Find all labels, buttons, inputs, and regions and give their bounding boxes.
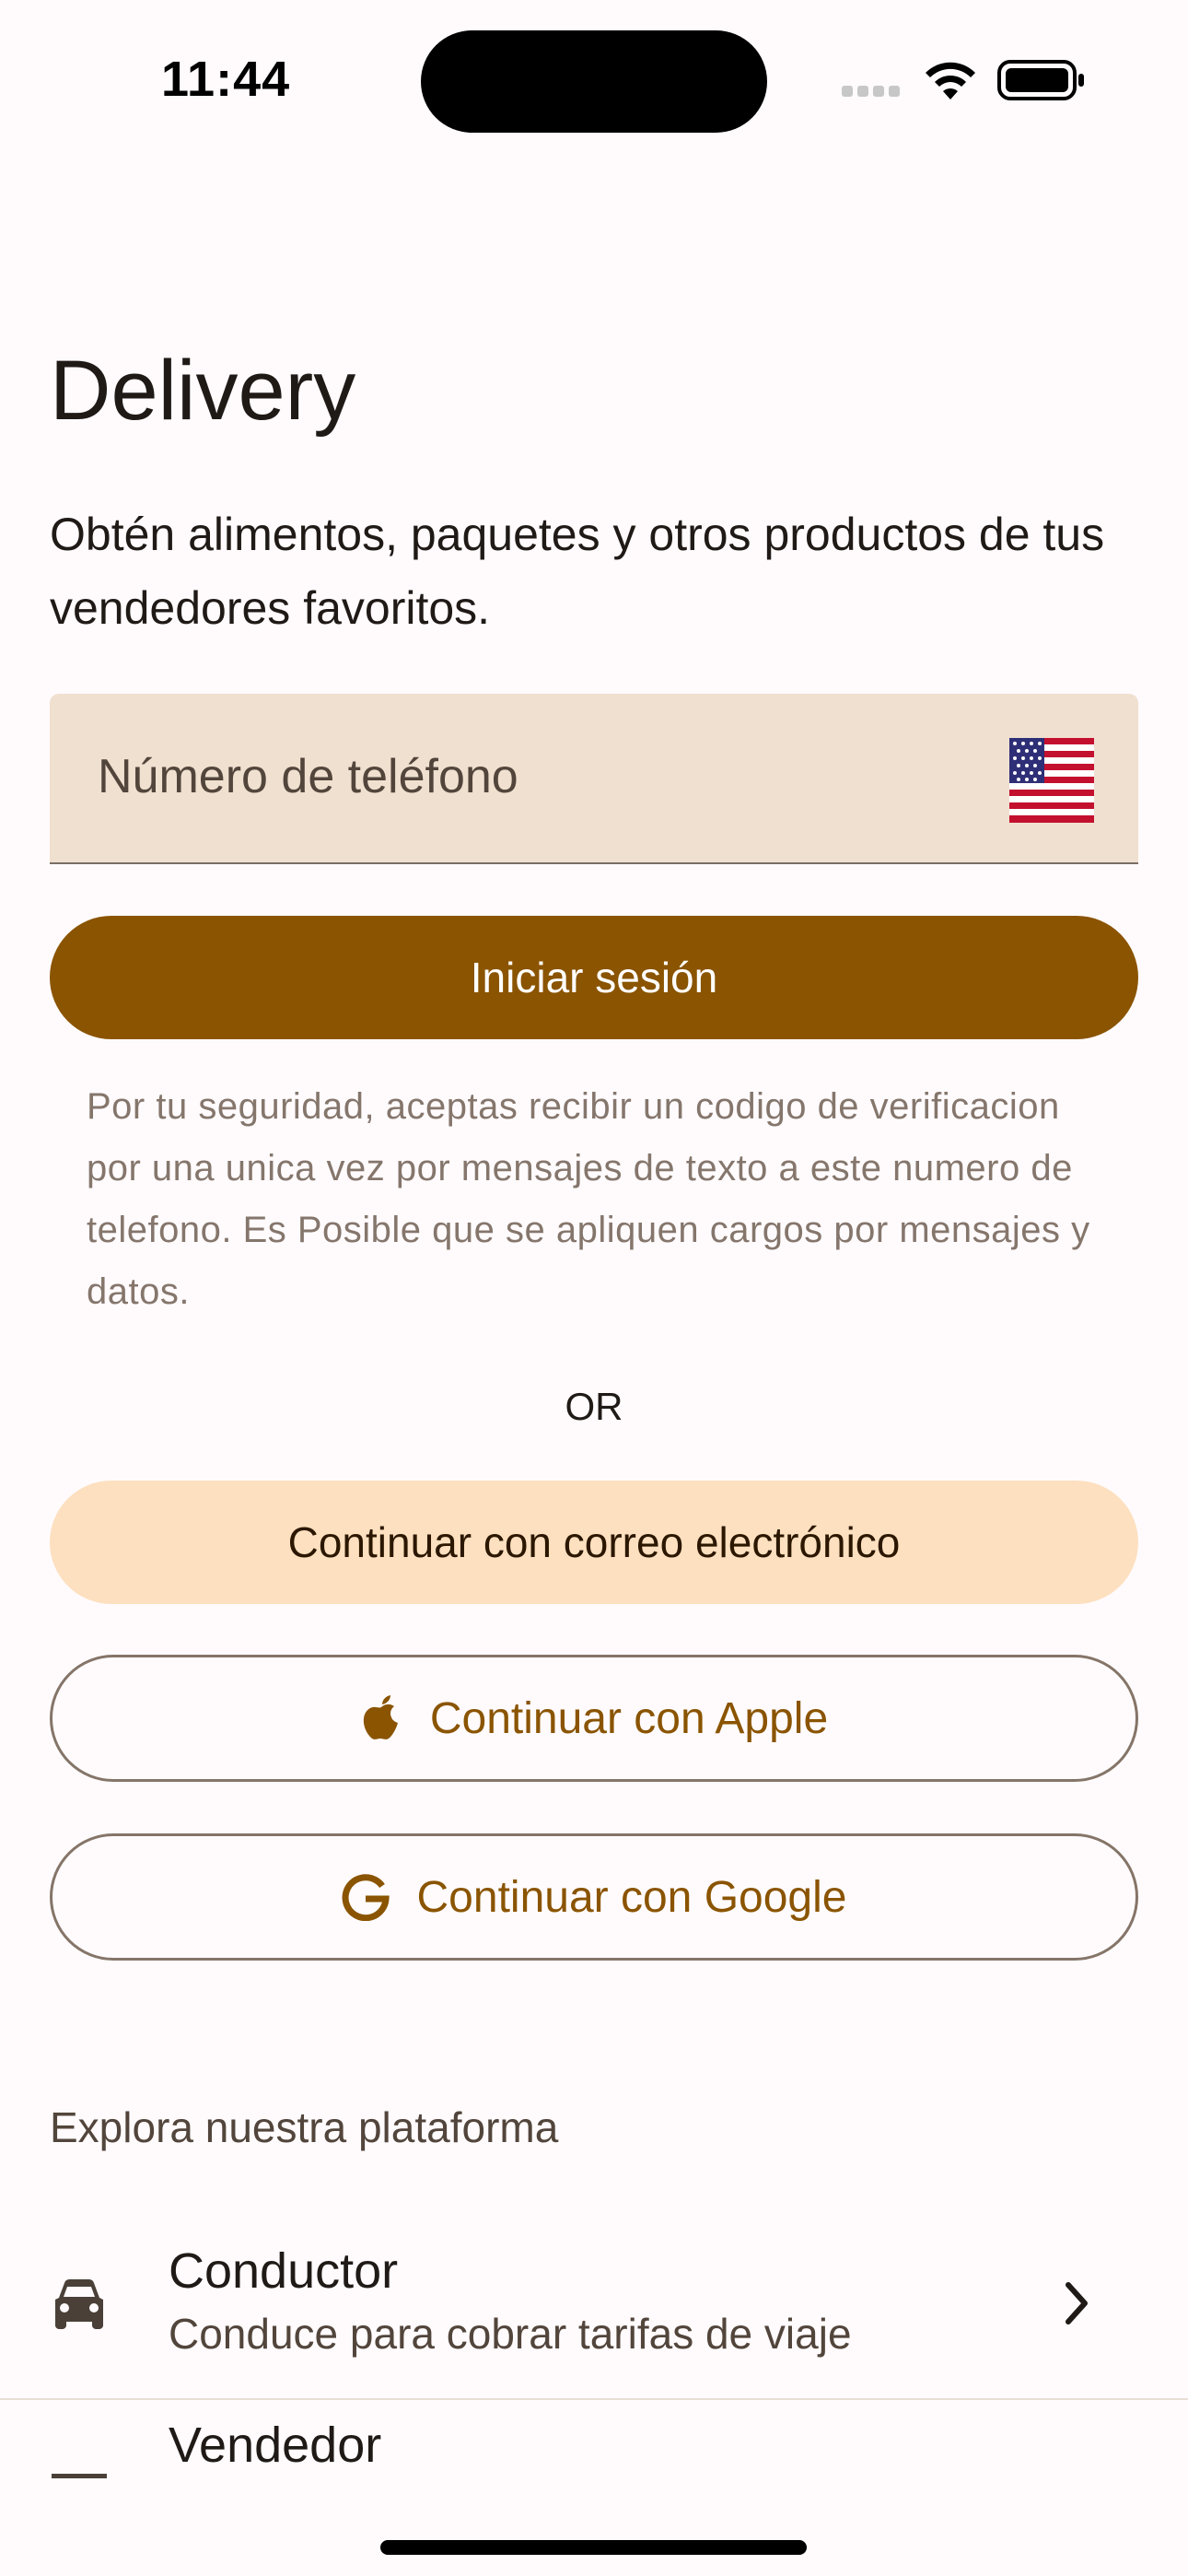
battery-icon — [997, 60, 1084, 100]
sign-in-button[interactable]: Iniciar sesión — [50, 916, 1138, 1039]
home-indicator[interactable] — [380, 2540, 807, 2555]
continue-with-google-button[interactable]: Continuar con Google — [50, 1833, 1138, 1961]
status-bar: 11:44 — [0, 0, 1188, 147]
car-icon — [55, 2279, 103, 2329]
us-flag-icon[interactable] — [1009, 738, 1094, 823]
list-item-vendor[interactable]: Vendedor — [0, 2400, 1188, 2478]
apple-icon — [360, 1694, 402, 1742]
or-divider-label: OR — [565, 1385, 623, 1428]
list-item-description: Conduce para cobrar tarifas de viaje — [169, 2310, 852, 2358]
continue-with-apple-label: Continuar con Apple — [429, 1693, 829, 1743]
store-icon — [52, 2474, 107, 2478]
continue-with-email-label: Continuar con correo electrónico — [287, 1518, 901, 1566]
continue-with-email-button[interactable]: Continuar con correo electrónico — [50, 1481, 1138, 1604]
continue-with-apple-button[interactable]: Continuar con Apple — [50, 1655, 1138, 1782]
wifi-icon — [926, 62, 975, 100]
dynamic-island — [421, 30, 767, 133]
list-item-title: Vendedor — [169, 2418, 382, 2473]
page-title: Delivery — [50, 344, 356, 438]
sign-in-button-label: Iniciar sesión — [470, 954, 718, 1001]
sms-disclaimer: Por tu seguridad, aceptas recibir un cod… — [87, 1086, 1090, 1312]
page-subtitle: Obtén alimentos, paquetes y otros produc… — [50, 509, 1105, 634]
cellular-signal-icon — [842, 85, 906, 98]
google-icon — [342, 1873, 390, 1921]
phone-field[interactable] — [50, 694, 1138, 864]
status-time: 11:44 — [161, 52, 291, 107]
explore-heading: Explora nuestra plataforma — [50, 2103, 559, 2151]
list-item-driver[interactable]: Conductor Conduce para cobrar tarifas de… — [0, 2211, 1188, 2395]
chevron-right-icon — [1066, 2282, 1088, 2324]
list-item-title: Conductor — [169, 2243, 399, 2299]
continue-with-google-label: Continuar con Google — [416, 1872, 847, 1922]
phone-number-input[interactable] — [98, 744, 926, 809]
